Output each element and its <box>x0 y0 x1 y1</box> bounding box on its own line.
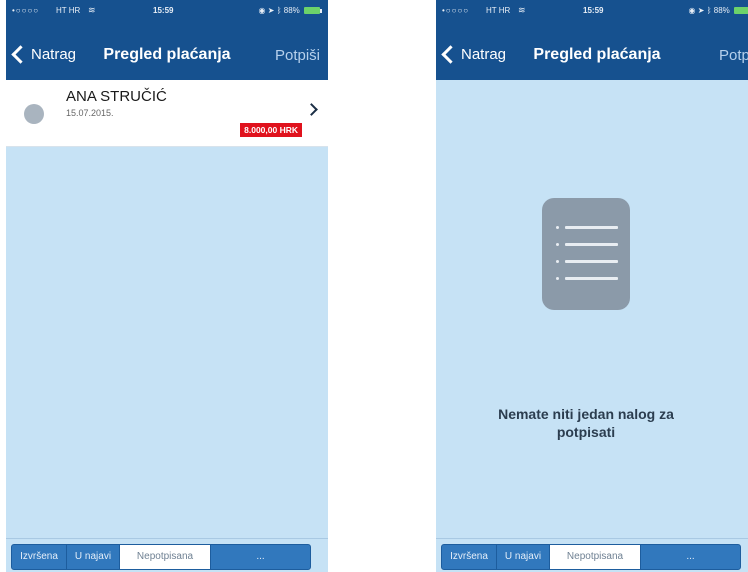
empty-state-message: Nemate niti jedan nalog za potpisati <box>498 406 674 440</box>
phone-screen-list: •○○○○ HT HR ≋ 15:59 ◉ ➤ ᛒ 88% Natrag Pre… <box>6 0 328 572</box>
payment-date: 15.07.2015. <box>66 108 114 118</box>
tab-executed[interactable]: Izvršena <box>442 545 497 569</box>
tab-scheduled[interactable]: U najavi <box>67 545 120 569</box>
carrier-name: HT HR <box>56 6 81 15</box>
sign-button[interactable]: Potpiši <box>275 47 320 64</box>
tab-more[interactable]: ... <box>211 545 310 569</box>
header: •○○○○ HT HR ≋ 15:59 ◉ ➤ ᛒ 88% Natrag Pre… <box>6 0 328 80</box>
status-bar: •○○○○ HT HR ≋ 15:59 ◉ ➤ ᛒ 88% <box>6 5 328 20</box>
tab-unsigned[interactable]: Nepotpisana <box>550 545 641 569</box>
tab-executed[interactable]: Izvršena <box>12 545 67 569</box>
list-document-icon <box>542 198 630 310</box>
chevron-right-icon <box>305 103 318 116</box>
wifi-icon: ≋ <box>88 5 96 15</box>
navigation-bar: Natrag Pregled plaćanja Potpiši <box>436 34 748 78</box>
sign-button[interactable]: Potpiši <box>719 47 748 64</box>
page-title: Pregled plaćanja <box>533 46 661 63</box>
segmented-control: Izvršena U najavi Nepotpisana ... <box>441 544 741 570</box>
status-time: 15:59 <box>153 6 174 15</box>
list-line <box>556 226 618 229</box>
battery-percent: 88% <box>283 6 300 15</box>
empty-state: Nemate niti jedan nalog za potpisati <box>436 80 748 538</box>
list-line <box>556 260 618 263</box>
battery-percent: 88% <box>713 6 730 15</box>
battery-icon <box>304 7 320 14</box>
tab-unsigned[interactable]: Nepotpisana <box>120 545 211 569</box>
header: •○○○○ HT HR ≋ 15:59 ◉ ➤ ᛒ 88% Natrag Pre… <box>436 0 748 80</box>
list-item[interactable]: ANA STRUČIĆ 15.07.2015. 8.000,00 HRK <box>6 80 328 147</box>
navigation-bar: Natrag Pregled plaćanja Potpiši <box>6 34 328 78</box>
list-line <box>556 277 618 280</box>
bluetooth-icon: ᛒ <box>276 6 282 15</box>
status-bar: •○○○○ HT HR ≋ 15:59 ◉ ➤ ᛒ 88% <box>436 5 748 20</box>
lock-rotation-icon: ◉ <box>258 6 266 15</box>
phone-screen-empty: •○○○○ HT HR ≋ 15:59 ◉ ➤ ᛒ 88% Natrag Pre… <box>436 0 748 572</box>
tab-bar: Izvršena U najavi Nepotpisana ... <box>6 538 328 572</box>
tab-bar: Izvršena U najavi Nepotpisana ... <box>436 538 748 572</box>
segmented-control: Izvršena U najavi Nepotpisana ... <box>11 544 311 570</box>
wifi-icon: ≋ <box>518 5 526 15</box>
list-line <box>556 243 618 246</box>
location-icon: ➤ <box>267 6 275 15</box>
battery-tip <box>320 9 322 13</box>
status-right-group: ◉ ➤ ᛒ 88% <box>259 6 322 15</box>
bluetooth-icon: ᛒ <box>706 6 712 15</box>
location-icon: ➤ <box>697 6 705 15</box>
payee-name: ANA STRUČIĆ <box>66 88 167 105</box>
payment-list: ANA STRUČIĆ 15.07.2015. 8.000,00 HRK <box>6 80 328 538</box>
status-right-group: ◉ ➤ ᛒ 88% <box>689 6 748 15</box>
status-time: 15:59 <box>583 6 604 15</box>
tab-scheduled[interactable]: U najavi <box>497 545 550 569</box>
tab-more[interactable]: ... <box>641 545 740 569</box>
battery-icon <box>734 7 748 14</box>
carrier-name: HT HR <box>486 6 511 15</box>
signal-strength: •○○○○ <box>442 6 470 15</box>
status-indicator-icon <box>24 104 44 124</box>
amount-badge: 8.000,00 HRK <box>240 123 302 137</box>
lock-rotation-icon: ◉ <box>688 6 696 15</box>
signal-strength: •○○○○ <box>12 6 40 15</box>
